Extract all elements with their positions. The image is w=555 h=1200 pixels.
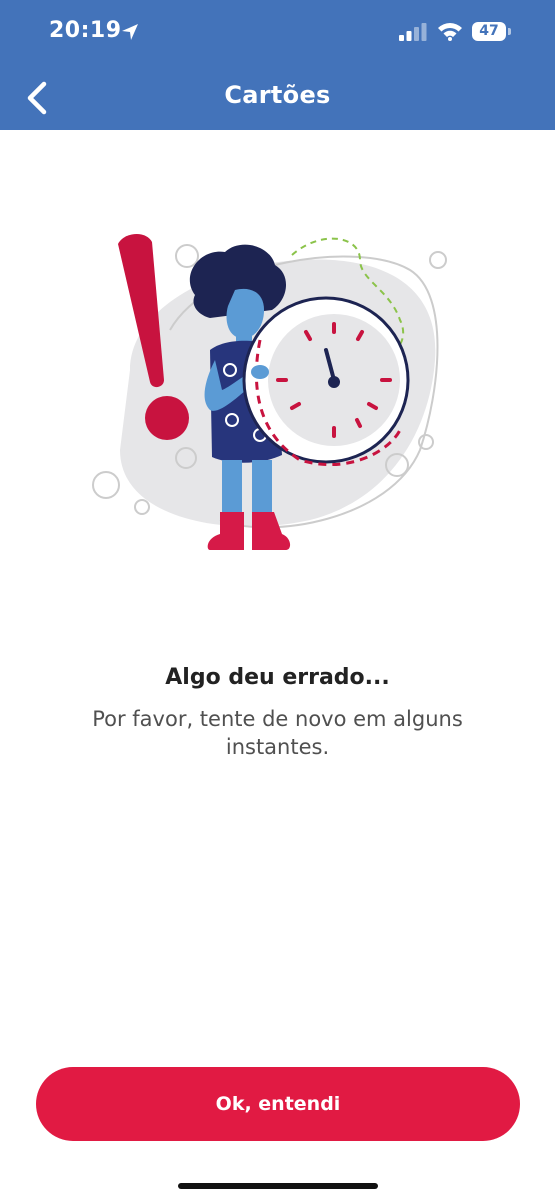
status-bar: 20:19 47 [0,0,555,66]
clock-center [328,376,340,388]
wifi-icon [438,23,462,41]
battery-tip [508,28,511,35]
app-header: 20:19 47 Cartões [0,0,555,130]
bubble [134,499,150,515]
bubble [418,434,434,450]
location-icon [122,24,138,40]
page-title: Cartões [224,81,331,109]
ok-button[interactable]: Ok, entendi [36,1067,520,1141]
bubble [92,471,120,499]
error-illustration [92,233,447,550]
cellular-signal-icon [399,23,427,41]
error-title: Algo deu errado... [165,665,390,690]
battery-icon: 47 [472,22,506,41]
left-leg [222,460,242,520]
right-leg [252,460,272,520]
bubble [175,244,199,268]
status-time: 20:19 [49,18,122,43]
exclamation-dot [145,396,189,440]
holding-hand [251,365,269,379]
error-message: Por favor, tente de novo em alguns insta… [92,707,463,759]
home-indicator[interactable] [178,1183,378,1189]
clock-tick [355,418,362,428]
bubble [429,251,447,269]
